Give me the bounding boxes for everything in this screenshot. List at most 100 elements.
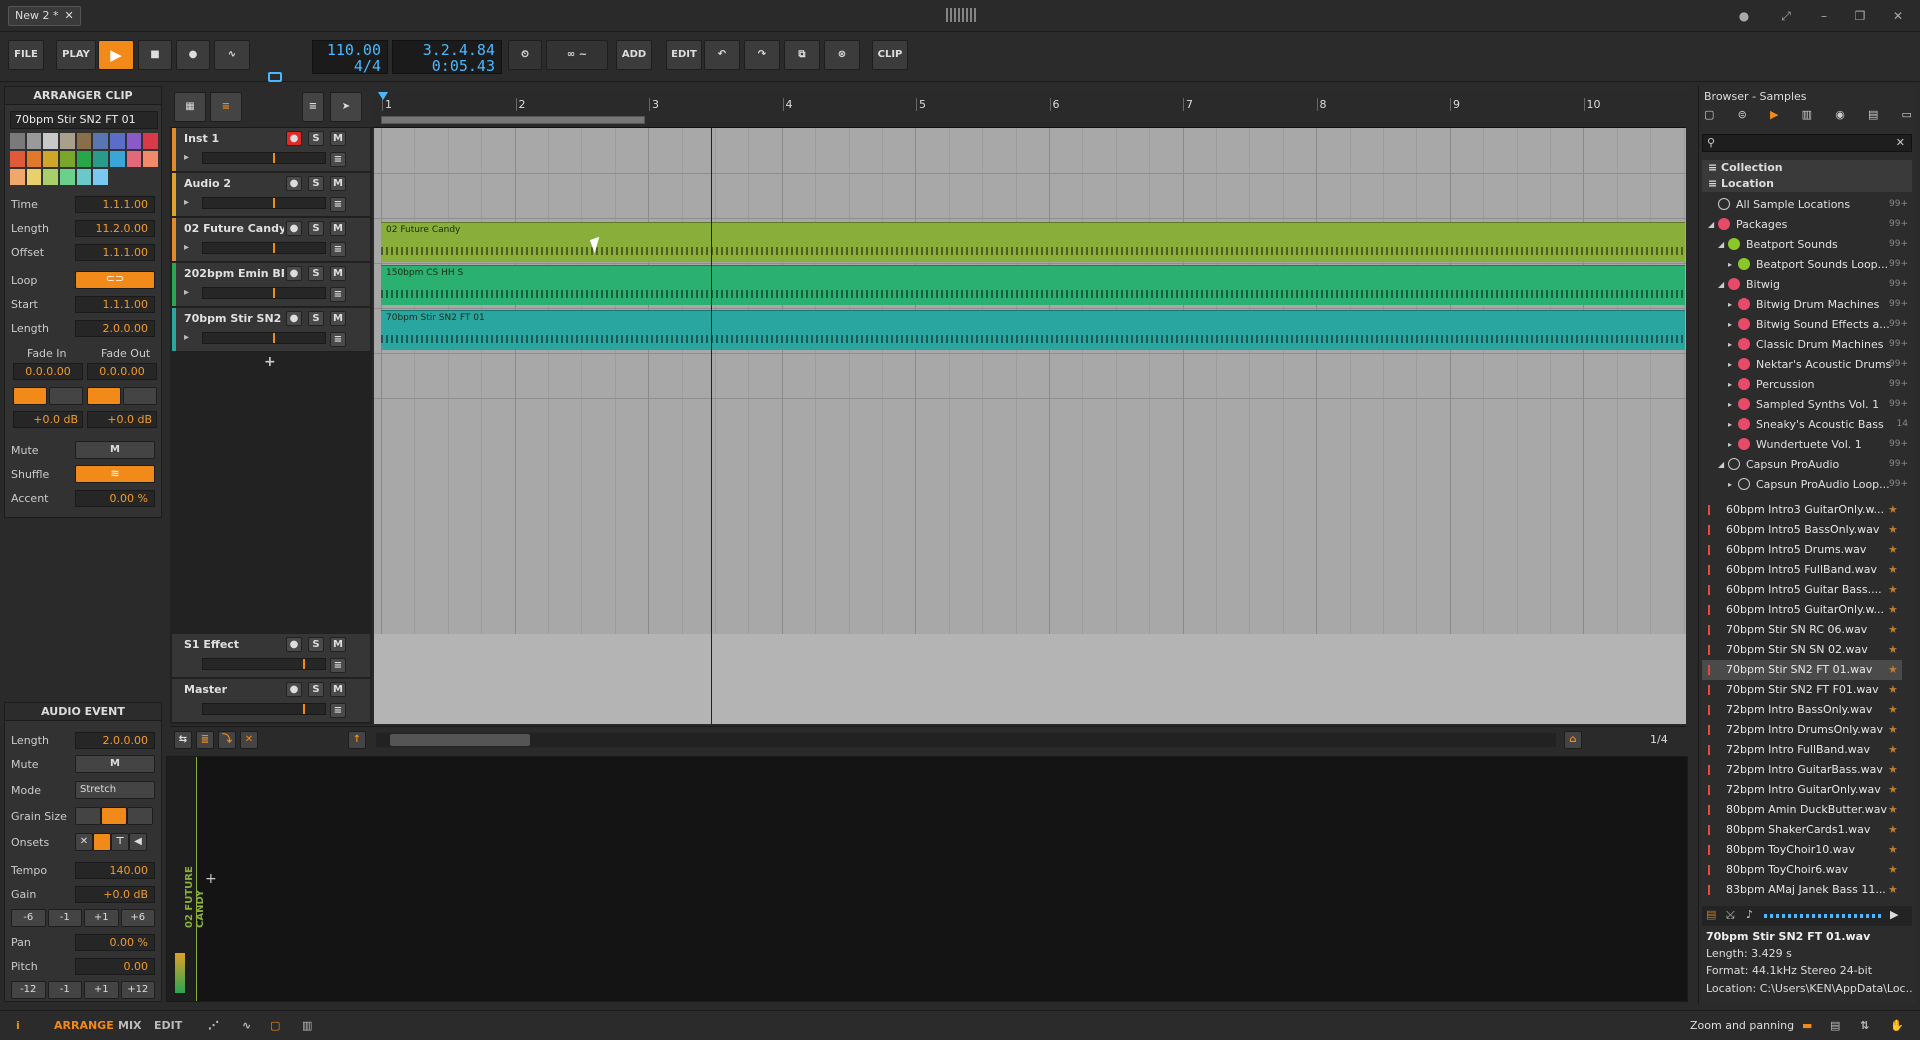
pitch-field[interactable]: 0.00: [75, 957, 155, 975]
color-swatch[interactable]: [26, 133, 42, 149]
record-indicator-icon[interactable]: ●: [1732, 6, 1756, 26]
expand-arrow-icon[interactable]: ▸: [1728, 300, 1738, 309]
color-swatch[interactable]: [60, 151, 75, 167]
sample-file-item[interactable]: 83bpm AMaj Janek Bass 11... ★: [1702, 880, 1902, 900]
offset-field[interactable]: 1.1.1.00: [75, 243, 155, 261]
volume-fader[interactable]: [202, 703, 326, 715]
window-close-icon[interactable]: ✕: [1886, 6, 1910, 26]
clip-mute-button[interactable]: M: [75, 441, 155, 459]
arranger-toggle-icon[interactable]: ≡: [210, 92, 242, 122]
color-swatch[interactable]: [76, 151, 92, 167]
restore-icon[interactable]: ❐: [1848, 6, 1872, 26]
solo-button[interactable]: S: [308, 682, 324, 697]
hand-icon[interactable]: ✋: [1890, 1019, 1904, 1032]
expand-arrow-icon[interactable]: ◢: [1718, 460, 1728, 469]
expand-arrow-icon[interactable]: ▸: [1728, 440, 1738, 449]
automation-editor-icon[interactable]: ∿: [242, 1019, 251, 1032]
grain-small-button[interactable]: [75, 807, 101, 825]
expand-arrow-icon[interactable]: ▸: [1728, 480, 1738, 489]
sample-file-item[interactable]: 60bpm Intro5 FullBand.wav ★: [1702, 560, 1902, 580]
volume-fader[interactable]: [202, 197, 326, 209]
project-icon[interactable]: ▤: [1830, 1019, 1840, 1032]
sample-file-item[interactable]: 80bpm ToyChoir10.wav ★: [1702, 840, 1902, 860]
favorite-star-icon[interactable]: ★: [1888, 820, 1898, 840]
track-menu-icon[interactable]: ≡: [330, 197, 346, 212]
onsets-detect-icon[interactable]: [93, 833, 111, 851]
solo-button[interactable]: S: [308, 637, 324, 652]
expand-arrow-icon[interactable]: ◢: [1718, 280, 1728, 289]
mixer-icon[interactable]: ▥: [302, 1019, 312, 1032]
position-display[interactable]: 3.2.4.84 0:05.43: [392, 40, 502, 74]
fx-track-header[interactable]: Master ● S M ≡: [172, 679, 370, 723]
volume-fader[interactable]: [202, 658, 326, 670]
track-header[interactable]: Audio 2 ● S M ≡ ▸: [172, 173, 370, 217]
track-menu-icon[interactable]: ≡: [330, 703, 346, 718]
arrangement-area[interactable]: [374, 128, 1686, 724]
favorite-star-icon[interactable]: ★: [1888, 780, 1898, 800]
mute-button[interactable]: M: [330, 131, 346, 146]
record-arm-button[interactable]: ●: [286, 176, 302, 191]
fade-out-curve-button[interactable]: [87, 387, 121, 405]
footer-tool-4-icon[interactable]: ✕: [240, 731, 258, 749]
fx-record-button[interactable]: ●: [286, 637, 302, 652]
location-tree-item[interactable]: All Sample Locations 99+: [1702, 194, 1912, 214]
fade-out-scurve-button[interactable]: [123, 387, 157, 405]
fx-record-button[interactable]: ●: [286, 682, 302, 697]
zoom-panning-label[interactable]: Zoom and panning: [1690, 1019, 1794, 1032]
accent-field[interactable]: 0.00 %: [75, 489, 155, 507]
playhead-marker-icon[interactable]: [378, 92, 388, 100]
clear-search-icon[interactable]: ✕: [1896, 136, 1905, 149]
footer-tool-1-icon[interactable]: ⇆: [174, 731, 192, 749]
fx-track-name[interactable]: Master: [184, 683, 284, 696]
fade-out-gain-field[interactable]: +0.0 dB: [87, 411, 157, 428]
location-tree-item[interactable]: ▸ Percussion 99+: [1702, 374, 1912, 394]
grain-large-button[interactable]: [127, 807, 153, 825]
clip-name-field[interactable]: 70bpm Stir SN2 FT 01: [10, 111, 158, 129]
location-tree-item[interactable]: ◢ Bitwig 99+: [1702, 274, 1912, 294]
undo-button[interactable]: ↶: [704, 40, 740, 70]
sample-file-item[interactable]: 72bpm Intro GuitarOnly.wav ★: [1702, 780, 1902, 800]
expand-arrow-icon[interactable]: ▸: [1728, 400, 1738, 409]
play-button[interactable]: ▶: [98, 40, 134, 70]
time-field[interactable]: 1.1.1.00: [75, 195, 155, 213]
sample-file-item[interactable]: 72bpm Intro DrumsOnly.wav ★: [1702, 720, 1902, 740]
clip-button[interactable]: CLIP: [872, 40, 908, 70]
files-tab-icon[interactable]: ▭: [1902, 108, 1912, 128]
location-tree-item[interactable]: ◢ Beatport Sounds 99+: [1702, 234, 1912, 254]
track-menu-icon[interactable]: ≡: [330, 287, 346, 302]
color-swatch[interactable]: [93, 133, 108, 149]
color-swatch[interactable]: [143, 133, 158, 149]
favorite-star-icon[interactable]: ★: [1888, 660, 1898, 680]
favorite-star-icon[interactable]: ★: [1888, 840, 1898, 860]
close-icon[interactable]: ✕: [64, 7, 73, 25]
pointer-tool-icon[interactable]: ➤: [330, 92, 362, 122]
color-swatch[interactable]: [43, 133, 58, 149]
collection-header[interactable]: ≡ Collection: [1702, 160, 1912, 176]
scrollbar-thumb[interactable]: [390, 734, 530, 746]
sample-file-item[interactable]: 80bpm Amin DuckButter.wav ★: [1702, 800, 1902, 820]
detail-add-icon[interactable]: +: [205, 871, 217, 887]
info-icon[interactable]: i: [16, 1019, 20, 1032]
volume-fader[interactable]: [202, 332, 326, 344]
location-tree-item[interactable]: ▸ Beatport Sounds Loop... 99+: [1702, 254, 1912, 274]
sample-file-item[interactable]: 72bpm Intro BassOnly.wav ★: [1702, 700, 1902, 720]
favorite-star-icon[interactable]: ★: [1888, 720, 1898, 740]
favorite-star-icon[interactable]: ★: [1888, 620, 1898, 640]
color-swatch[interactable]: [110, 151, 125, 167]
favorite-star-icon[interactable]: ★: [1888, 600, 1898, 620]
mute-button[interactable]: M: [330, 682, 346, 697]
onsets-prev-icon[interactable]: ◀: [129, 833, 147, 851]
devices-tab-icon[interactable]: ▢: [1704, 108, 1714, 128]
solo-button[interactable]: S: [308, 221, 324, 236]
expand-arrow-icon[interactable]: ◢: [1708, 220, 1718, 229]
expand-arrow-icon[interactable]: ▸: [1728, 320, 1738, 329]
pan-field[interactable]: 0.00 %: [75, 933, 155, 951]
note-editor-icon[interactable]: ⋰: [208, 1019, 219, 1032]
location-tree-item[interactable]: ▸ Sampled Synths Vol. 1 99+: [1702, 394, 1912, 414]
add-track-icon[interactable]: +: [264, 354, 276, 370]
track-header[interactable]: 02 Future Candy ● S M ≡ ▸: [172, 218, 370, 262]
location-tree-item[interactable]: ◢ Packages 99+: [1702, 214, 1912, 234]
gain-plus-6-button[interactable]: +6: [120, 909, 155, 927]
stop-button[interactable]: ■: [138, 40, 172, 70]
color-swatch[interactable]: [110, 133, 125, 149]
